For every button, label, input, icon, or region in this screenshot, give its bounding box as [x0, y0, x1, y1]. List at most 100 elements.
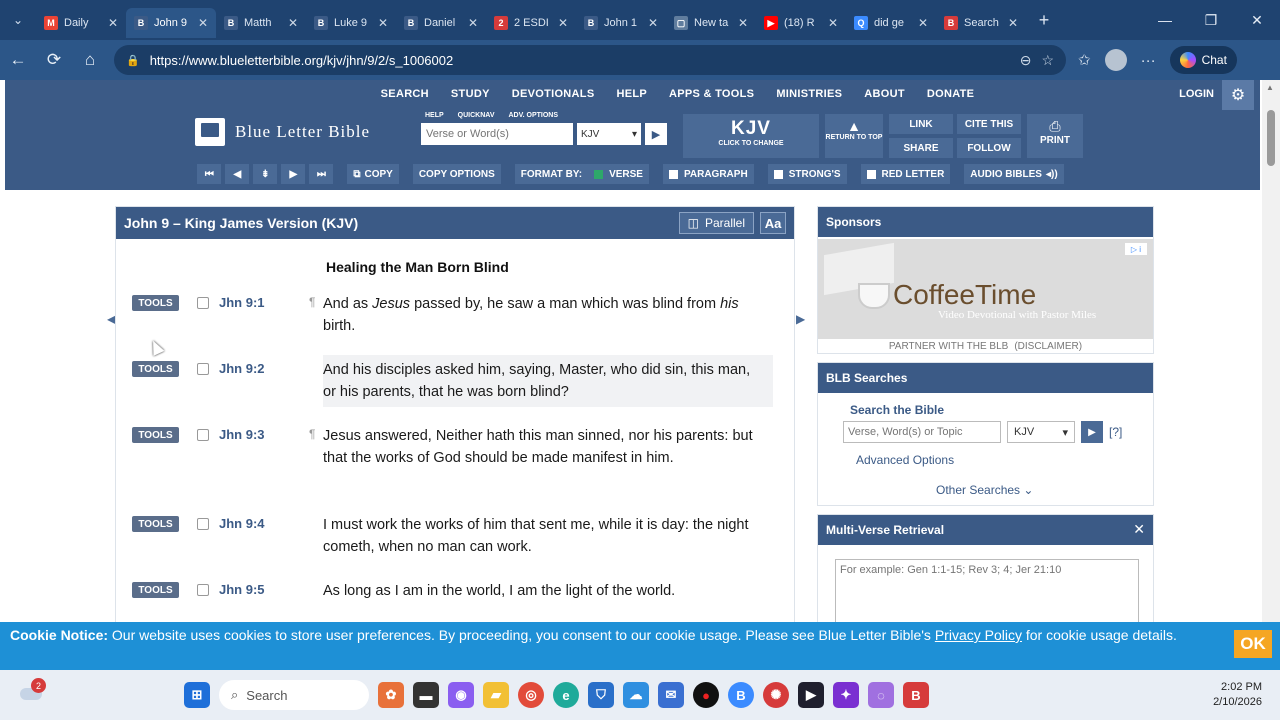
- photos-icon[interactable]: ☁: [623, 682, 649, 708]
- profile-avatar[interactable]: [1104, 49, 1127, 71]
- audio-bibles-button[interactable]: AUDIO BIBLES ◂)): [964, 164, 1064, 184]
- browser-tab[interactable]: M Daily ✕: [36, 8, 126, 38]
- cite-this-button[interactable]: CITE THIS: [957, 114, 1021, 134]
- link-button[interactable]: LINK: [889, 114, 953, 134]
- tab-close-icon[interactable]: ✕: [558, 16, 568, 30]
- cookie-ok-button[interactable]: OK: [1234, 630, 1272, 658]
- sponsor-ad[interactable]: CoffeeTime Video Devotional with Pastor …: [818, 239, 1153, 339]
- blb-app-icon[interactable]: B: [903, 682, 929, 708]
- sidebar-search-input[interactable]: [843, 421, 1001, 443]
- verse-reference-link[interactable]: Jhn 9:4: [219, 516, 309, 558]
- bing-icon[interactable]: B: [728, 682, 754, 708]
- verse-reference-link[interactable]: Jhn 9:2: [219, 361, 309, 407]
- red-letter-toggle[interactable]: RED LETTER: [860, 164, 951, 184]
- chapter-list-button[interactable]: ⇟: [253, 164, 278, 184]
- other-searches-link[interactable]: Other Searches ⌄: [936, 483, 1033, 497]
- tab-close-icon[interactable]: ✕: [738, 16, 748, 30]
- home-button[interactable]: ⌂: [72, 40, 108, 80]
- copy-options-button[interactable]: COPY OPTIONS: [412, 164, 501, 184]
- partner-link[interactable]: PARTNER WITH THE BLB: [889, 341, 1008, 352]
- new-tab-button[interactable]: +: [1026, 10, 1062, 31]
- return-to-top-button[interactable]: ▲ RETURN TO TOP: [825, 114, 883, 158]
- copy-button[interactable]: ⧉ COPY: [347, 164, 399, 184]
- follow-button[interactable]: FOLLOW: [957, 138, 1021, 158]
- font-size-button[interactable]: Aa: [760, 212, 786, 234]
- browser-tab[interactable]: ▶ (18) R ✕: [756, 8, 846, 38]
- sidebar-version-select[interactable]: KJV ▾: [1007, 421, 1075, 443]
- restore-button[interactable]: ❐: [1188, 0, 1234, 40]
- browser-tab[interactable]: B John 9 ✕: [126, 8, 216, 38]
- browser-tab[interactable]: ▢ New ta ✕: [666, 8, 756, 38]
- favorites-icon[interactable]: ✩: [1078, 51, 1091, 69]
- minimize-button[interactable]: —: [1142, 0, 1188, 40]
- browser-tab[interactable]: B Search ✕: [936, 8, 1026, 38]
- tab-close-icon[interactable]: ✕: [198, 16, 208, 30]
- tab-close-icon[interactable]: ✕: [468, 16, 478, 30]
- disclaimer-link[interactable]: (DISCLAIMER): [1014, 341, 1082, 352]
- system-clock[interactable]: 2:02 PM 2/10/2026: [1213, 680, 1262, 710]
- weather-widget[interactable]: 2: [20, 678, 46, 702]
- page-scrollbar[interactable]: ▲: [1262, 80, 1280, 622]
- verse-reference-link[interactable]: Jhn 9:1: [219, 295, 309, 337]
- copy-verse-icon[interactable]: [197, 429, 209, 441]
- copilot-taskbar-icon[interactable]: ◉: [448, 682, 474, 708]
- tab-close-icon[interactable]: ✕: [828, 16, 838, 30]
- back-button[interactable]: ←: [0, 40, 36, 80]
- copy-verse-icon[interactable]: [197, 297, 209, 309]
- clipchamp-icon[interactable]: ✦: [833, 682, 859, 708]
- browser-tab[interactable]: 2 2 ESDI ✕: [486, 8, 576, 38]
- browser-tab[interactable]: Qdid ge ✕: [846, 8, 936, 38]
- chrome-icon[interactable]: ◎: [518, 682, 544, 708]
- menu-item-about[interactable]: ABOUT: [853, 80, 916, 108]
- opera-icon[interactable]: ✺: [763, 682, 789, 708]
- close-icon[interactable]: ✕: [1133, 521, 1145, 538]
- menu-item-search[interactable]: SEARCH: [370, 80, 440, 108]
- advanced-options-link[interactable]: Advanced Options: [856, 453, 954, 467]
- scroll-up-icon[interactable]: ▲: [1266, 83, 1274, 92]
- tab-close-icon[interactable]: ✕: [648, 16, 658, 30]
- tab-close-icon[interactable]: ✕: [288, 16, 298, 30]
- tab-close-icon[interactable]: ✕: [378, 16, 388, 30]
- reload-button[interactable]: ⟳: [36, 40, 72, 80]
- loop-icon[interactable]: ◌: [868, 682, 894, 708]
- verse-tools-button[interactable]: TOOLS: [132, 582, 179, 598]
- verse-tools-button[interactable]: TOOLS: [132, 516, 179, 532]
- next-chapter-button[interactable]: ▶: [281, 164, 306, 184]
- copilot-chat-button[interactable]: Chat: [1169, 46, 1237, 74]
- menu-item-donate[interactable]: DONATE: [916, 80, 985, 108]
- taskbar-search[interactable]: ⌕ Search: [219, 680, 369, 710]
- strongs-toggle[interactable]: STRONG'S: [767, 164, 847, 184]
- last-chapter-button[interactable]: ⏭: [309, 164, 334, 184]
- verse-tools-button[interactable]: TOOLS: [132, 427, 179, 443]
- verse-reference-link[interactable]: Jhn 9:3: [219, 427, 309, 469]
- share-button[interactable]: SHARE: [889, 138, 953, 158]
- verse-search-input[interactable]: [421, 123, 573, 145]
- first-chapter-button[interactable]: ⏮: [197, 164, 222, 184]
- multi-verse-textarea[interactable]: [835, 559, 1139, 622]
- quicknav-link[interactable]: QUICKNAV: [458, 112, 495, 119]
- copy-verse-icon[interactable]: [197, 363, 209, 375]
- prev-chapter-button[interactable]: ◀: [225, 164, 250, 184]
- mail-icon[interactable]: ✉: [658, 682, 684, 708]
- browser-tab[interactable]: B Luke 9 ✕: [306, 8, 396, 38]
- login-link[interactable]: LOGIN: [1179, 88, 1214, 100]
- record-icon[interactable]: ●: [693, 682, 719, 708]
- menu-item-ministries[interactable]: MINISTRIES: [765, 80, 853, 108]
- scrollbar-thumb[interactable]: [1267, 110, 1275, 166]
- start-button[interactable]: ⊞: [184, 682, 210, 708]
- parallel-button[interactable]: ◫ Parallel: [678, 212, 754, 234]
- tab-close-icon[interactable]: ✕: [1008, 16, 1018, 30]
- search-help-link[interactable]: [?]: [1109, 425, 1122, 439]
- verse-reference-link[interactable]: Jhn 9:5: [219, 582, 309, 602]
- zoom-icon[interactable]: ⊖: [1020, 52, 1032, 69]
- close-window-button[interactable]: ✕: [1234, 0, 1280, 40]
- url-field[interactable]: 🔒 https://www.blueletterbible.org/kjv/jh…: [114, 45, 1066, 75]
- menu-item-help[interactable]: HELP: [605, 80, 658, 108]
- next-verse-arrow[interactable]: ▶: [796, 312, 805, 326]
- task-view-icon[interactable]: ▬: [413, 682, 439, 708]
- version-select[interactable]: KJV ▾: [577, 123, 641, 145]
- browser-tab[interactable]: B Matth ✕: [216, 8, 306, 38]
- tab-list-button[interactable]: ⌄: [0, 0, 36, 40]
- settings-button[interactable]: ⚙: [1222, 80, 1254, 110]
- file-explorer-icon[interactable]: ▰: [483, 682, 509, 708]
